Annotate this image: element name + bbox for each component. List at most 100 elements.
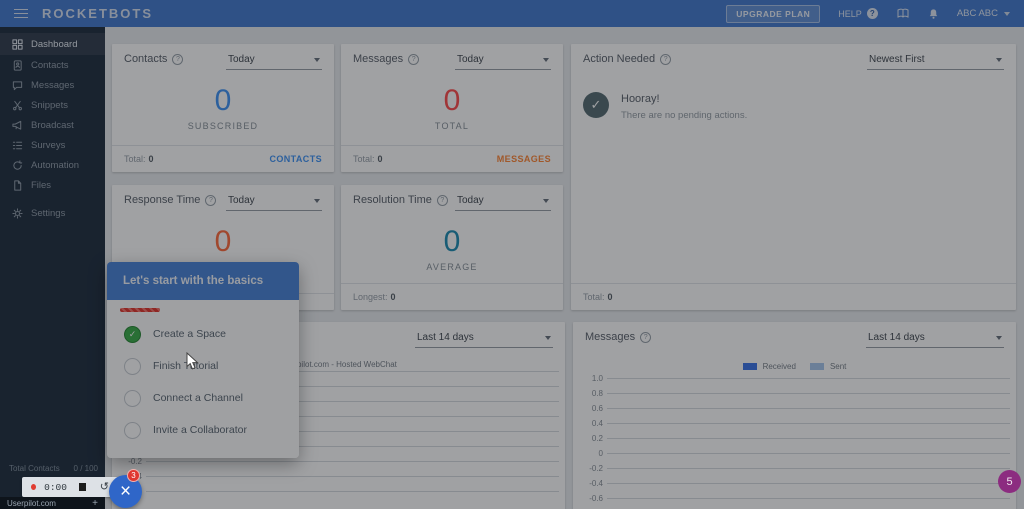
survey-list-icon [11,140,23,151]
chart-gridlines [607,378,1010,499]
card-title: Contacts [124,53,167,65]
contacts-period-select[interactable]: Today [226,53,322,70]
help-icon[interactable]: ? [205,195,216,206]
sidebar-item-label: Snippets [31,100,68,111]
automation-sync-icon [11,160,23,171]
chevron-down-icon [543,58,549,62]
sidebar-item-automation[interactable]: Automation [0,155,105,175]
messages-period-select[interactable]: Today [455,53,551,70]
response-time-value: 0 [112,225,334,259]
add-icon[interactable]: + [92,498,98,509]
contacts-count: 0 [112,84,334,118]
messages-count: 0 [341,84,563,118]
messages-chart-period-select[interactable]: Last 14 days [866,331,1004,348]
help-icon[interactable]: ? [172,54,183,65]
resolution-time-card: Resolution Time? Today 0 AVERAGE Longest… [341,185,563,310]
rocketbots-dashboard: ROCKETBOTS UPGRADE PLAN HELP ? ABC ABC [0,0,1024,509]
checklist-item-create-space[interactable]: ✓ Create a Space [107,318,299,350]
sidebar: Dashboard Contacts Messages Snippets Bro… [0,27,105,509]
sidebar-item-messages[interactable]: Messages [0,75,105,95]
help-icon[interactable]: ? [408,54,419,65]
chevron-down-icon [314,58,320,62]
contacts-icon [11,60,23,71]
sidebar-item-label: Surveys [31,140,65,151]
sidebar-item-label: Broadcast [31,120,74,131]
messages-chart-card: Messages? Last 14 days Received Sent 1.0… [573,322,1016,509]
hooray-headline: Hooray! [621,93,747,105]
chevron-down-icon [1004,12,1010,16]
empty-circle-icon [124,422,141,439]
sidebar-item-label: Settings [31,208,65,219]
card-title: Messages [585,331,635,343]
dashboard-icon [11,39,23,50]
sidebar-item-surveys[interactable]: Surveys [0,135,105,155]
checklist-item-finish-tutorial[interactable]: Finish Tutorial [107,350,299,382]
stop-recording-button[interactable] [79,483,86,491]
card-title: Messages [353,53,403,65]
docs-book-icon[interactable] [896,8,910,19]
sidebar-item-files[interactable]: Files [0,175,105,195]
gear-icon [11,208,23,219]
messages-total: Total:0 [353,154,383,164]
card-title: Resolution Time [353,194,432,206]
sidebar-footer: Total Contacts 0 / 100 [9,464,98,473]
total-contacts-label: Total Contacts [9,464,60,473]
recording-time: 0:00 [44,482,67,493]
userpilot-label: Userpilot.com [7,499,56,508]
contacts-chart-period-select[interactable]: Last 14 days [415,331,553,348]
user-menu[interactable]: ABC ABC [957,8,1010,19]
sidebar-item-contacts[interactable]: Contacts [0,55,105,75]
total-contacts-value: 0 / 100 [74,464,98,473]
response-period-select[interactable]: Today [226,194,322,211]
card-title: Action Needed [583,53,655,65]
hamburger-menu-icon[interactable] [14,9,28,19]
notifications-bell-icon[interactable] [928,8,939,20]
messages-metric-label: TOTAL [341,121,563,131]
legend-sent-label: Sent [830,362,846,371]
flow-step-badge[interactable]: 5 [998,470,1021,493]
help-menu[interactable]: HELP ? [838,8,878,19]
sidebar-item-settings[interactable]: Settings [0,203,105,223]
received-swatch [743,363,757,370]
recording-dot-icon [31,484,36,490]
checklist-item-connect-channel[interactable]: Connect a Channel [107,382,299,414]
sidebar-item-label: Automation [31,160,79,171]
notification-count-badge: 3 [127,469,140,482]
chevron-down-icon [545,336,551,340]
sidebar-item-dashboard[interactable]: Dashboard [0,33,105,55]
file-document-icon [11,180,23,191]
checklist-progress-bar [120,308,160,312]
chart-legend: Received Sent [573,362,1016,371]
legend-received-label: Received [763,362,796,371]
empty-circle-icon [124,358,141,375]
card-title: Response Time [124,194,200,206]
contacts-card: Contacts? Today 0 SUBSCRIBED Total:0 CON… [112,44,334,172]
sidebar-item-broadcast[interactable]: Broadcast [0,115,105,135]
help-icon[interactable]: ? [640,332,651,343]
checklist-item-invite-collaborator[interactable]: Invite a Collaborator [107,414,299,446]
messages-link[interactable]: MESSAGES [497,154,551,164]
contacts-metric-label: SUBSCRIBED [112,121,334,131]
chat-bubble-icon [11,80,23,91]
restart-recording-button[interactable]: ↺ [100,482,109,493]
sent-swatch [810,363,824,370]
help-icon[interactable]: ? [660,54,671,65]
check-circle-icon: ✓ [124,326,141,343]
empty-circle-icon [124,390,141,407]
scissors-icon [11,100,23,111]
sidebar-item-snippets[interactable]: Snippets [0,95,105,115]
userpilot-bar: Userpilot.com + [0,497,105,509]
bar-chart-plot: 1.00.8 0.60.4 0.20 -0.2-0.4 -0.6 [581,378,1016,508]
sidebar-item-label: Dashboard [31,39,77,50]
resolution-longest: Longest:0 [353,292,396,302]
resolution-period-select[interactable]: Today [455,194,551,211]
action-sort-select[interactable]: Newest First [867,53,1004,70]
chevron-down-icon [996,336,1002,340]
onboarding-checklist: Let's start with the basics ✓ Create a S… [107,262,299,458]
help-icon[interactable]: ? [437,195,448,206]
upgrade-plan-button[interactable]: UPGRADE PLAN [726,5,820,23]
contacts-link[interactable]: CONTACTS [269,154,322,164]
chevron-down-icon [543,199,549,203]
top-bar: ROCKETBOTS UPGRADE PLAN HELP ? ABC ABC [0,0,1024,27]
hooray-subtext: There are no pending actions. [621,110,747,121]
